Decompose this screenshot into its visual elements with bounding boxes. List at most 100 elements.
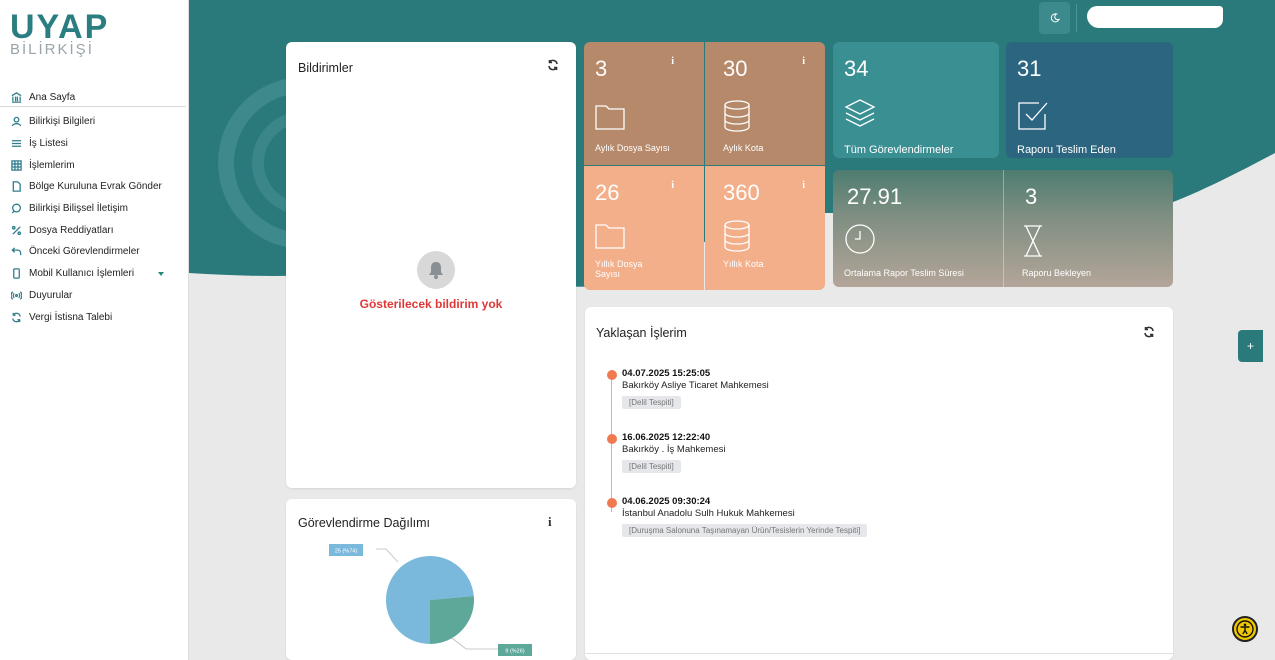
info-icon[interactable]: i — [671, 56, 674, 67]
notifications-refresh-icon[interactable] — [547, 59, 559, 71]
stat-yearly-files[interactable]: 26 i Yıllık Dosya Sayısı — [584, 166, 704, 290]
chat-icon — [10, 203, 22, 215]
topbar-divider — [1076, 4, 1077, 32]
stat-label: Raporu Bekleyen — [1022, 268, 1092, 278]
stat-value: 30 — [723, 56, 748, 81]
timeline-date: 04.07.2025 15:25:05 — [622, 368, 711, 379]
file-icon — [10, 181, 22, 193]
user-icon — [10, 116, 22, 128]
list-icon — [10, 138, 22, 150]
sidebar-item-work-list[interactable]: İş Listesi — [0, 133, 186, 155]
sidebar-item-announcements[interactable]: Duyurular — [0, 285, 186, 307]
info-icon[interactable]: i — [671, 180, 674, 191]
stat-reports-delivered[interactable]: 31 Raporu Teslim Eden — [1006, 42, 1173, 158]
pie-data-label: 9 (%26) — [505, 649, 524, 655]
timeline-court: İstanbul Anadolu Sulh Hukuk Mahkemesi — [622, 508, 795, 519]
sidebar-item-label: İş Listesi — [29, 138, 68, 150]
stat-label: Yıllık Dosya Sayısı — [595, 259, 643, 279]
sidebar-item-label: Bilirkişi Bilişsel İletişim — [29, 203, 128, 215]
database-icon — [724, 220, 750, 252]
bank-icon — [10, 91, 22, 103]
stat-value: 31 — [1017, 56, 1042, 81]
timeline-dot — [607, 434, 617, 444]
stat-reports-pending[interactable]: 3 Raporu Bekleyen — [1004, 170, 1173, 287]
pie-chart: 25 (%74) 9 (%26) — [329, 544, 532, 656]
sidebar-item-my-operations[interactable]: İşlemlerim — [0, 154, 186, 176]
stat-value: 27.91 — [847, 184, 903, 209]
timeline-tag: [Duruşma Salonuna Taşınamayan Ürün/Tesis… — [622, 524, 868, 537]
notifications-empty-text: Gösterilecek bildirim yok — [359, 297, 503, 311]
sidebar-item-mobile-user[interactable]: Mobil Kullanıcı İşlemleri — [0, 263, 186, 285]
sidebar-item-expert-info[interactable]: Bilirkişi Bilgileri — [0, 111, 186, 133]
timeline-date: 04.06.2025 09:30:24 — [622, 496, 711, 507]
sidebar-item-label: Önceki Görevlendirmeler — [29, 246, 140, 258]
sidebar-item-file-rejections[interactable]: Dosya Reddiyatları — [0, 219, 186, 241]
stat-label: Aylık Dosya Sayısı — [595, 143, 670, 153]
stat-label: Tüm Görevlendirmeler — [844, 144, 954, 156]
layers-icon — [844, 99, 876, 127]
card-footer-divider — [585, 653, 1173, 654]
pie-data-label: 25 (%74) — [335, 549, 357, 555]
timeline-item[interactable]: 04.07.2025 15:25:05 Bakırköy Asliye Tica… — [622, 368, 769, 409]
checkbox-icon — [1018, 102, 1048, 130]
sidebar-item-home[interactable]: Ana Sayfa — [0, 88, 186, 107]
undo-icon — [10, 246, 22, 258]
percent-icon — [10, 224, 22, 236]
upcoming-refresh-icon[interactable] — [1143, 326, 1155, 338]
stat-yearly-quota[interactable]: 360 i Yıllık Kota — [705, 166, 825, 290]
app-root: { "logo": {"title": "UYAP", "subtitle": … — [0, 0, 1275, 660]
sidebar-item-label: Bölge Kuruluna Evrak Gönder — [29, 181, 162, 193]
theme-toggle-button[interactable] — [1039, 2, 1070, 34]
timeline-date: 16.06.2025 12:22:40 — [622, 432, 711, 443]
database-icon — [724, 100, 750, 132]
chevron-down-icon[interactable] — [158, 271, 164, 276]
bell-icon — [417, 251, 455, 289]
stat-value: 360 — [723, 180, 760, 205]
folder-icon — [595, 224, 625, 249]
sidebar-item-label: Duyurular — [29, 289, 73, 301]
stat-monthly-files[interactable]: 3 i Aylık Dosya Sayısı — [584, 42, 704, 165]
stat-label: Raporu Teslim Eden — [1017, 144, 1116, 156]
timeline-dot — [607, 498, 617, 508]
stat-label: Ortalama Rapor Teslim Süresi — [844, 268, 964, 278]
sidebar-item-label: Ana Sayfa — [29, 91, 76, 103]
info-icon[interactable]: i — [802, 56, 805, 67]
timeline-dot — [607, 370, 617, 380]
stat-value: 3 — [1025, 184, 1038, 209]
sidebar-item-communication[interactable]: Bilirkişi Bilişsel İletişim — [0, 198, 186, 220]
accessibility-icon — [1236, 620, 1254, 638]
stat-avg-report-time[interactable]: 27.91 Ortalama Rapor Teslim Süresi — [833, 170, 1003, 287]
mobile-icon — [10, 268, 22, 280]
sidebar-item-label: Vergi İstisna Talebi — [29, 311, 113, 323]
stat-monthly-quota[interactable]: 30 i Aylık Kota — [705, 42, 825, 165]
pie-slice[interactable] — [430, 595, 474, 644]
sidebar-item-tax-exemption[interactable]: Vergi İstisna Talebi — [0, 306, 186, 328]
stat-value: 3 — [595, 56, 608, 81]
stat-label: Yıllık Kota — [723, 259, 764, 269]
timeline-item[interactable]: 04.06.2025 09:30:24 İstanbul Anadolu Sul… — [622, 496, 868, 537]
refresh-icon — [10, 311, 22, 323]
distribution-card: Görevlendirme Dağılımı i 25 (%74) 9 (%26) — [286, 499, 576, 660]
app-logo[interactable]: UYAP BİLİRKİŞİ — [10, 10, 180, 65]
user-menu-redacted[interactable] — [1087, 6, 1223, 28]
moon-icon — [1050, 13, 1060, 23]
stat-all-assignments[interactable]: 34 Tüm Görevlendirmeler — [833, 42, 999, 158]
sidebar-item-previous-assignments[interactable]: Önceki Görevlendirmeler — [0, 241, 186, 263]
timeline-court: Bakırköy Asliye Ticaret Mahkemesi — [622, 380, 769, 391]
sidebar: UYAP BİLİRKİŞİ Ana Sayfa Bilirkişi Bilgi… — [0, 0, 189, 660]
accessibility-button[interactable] — [1232, 616, 1258, 642]
sidebar-item-label: Mobil Kullanıcı İşlemleri — [29, 268, 135, 280]
logo-title: UYAP — [10, 8, 110, 46]
sidebar-item-send-document[interactable]: Bölge Kuruluna Evrak Gönder — [0, 176, 186, 198]
hourglass-icon — [1024, 225, 1042, 257]
sidebar-nav: Ana Sayfa Bilirkişi Bilgileri İş Listesi… — [0, 88, 186, 328]
floating-add-button[interactable]: + — [1238, 330, 1263, 362]
timeline-item[interactable]: 16.06.2025 12:22:40 Bakırköy . İş Mahkem… — [622, 432, 725, 473]
stat-value: 26 — [595, 180, 620, 205]
info-icon[interactable]: i — [802, 180, 805, 191]
grid-icon — [10, 159, 22, 171]
sidebar-item-label: İşlemlerim — [29, 159, 75, 171]
folder-icon — [595, 105, 625, 130]
upcoming-card: Yaklaşan İşlerim 04.07.2025 15:25:05 Bak… — [585, 307, 1173, 660]
timeline-court: Bakırköy . İş Mahkemesi — [622, 444, 726, 455]
